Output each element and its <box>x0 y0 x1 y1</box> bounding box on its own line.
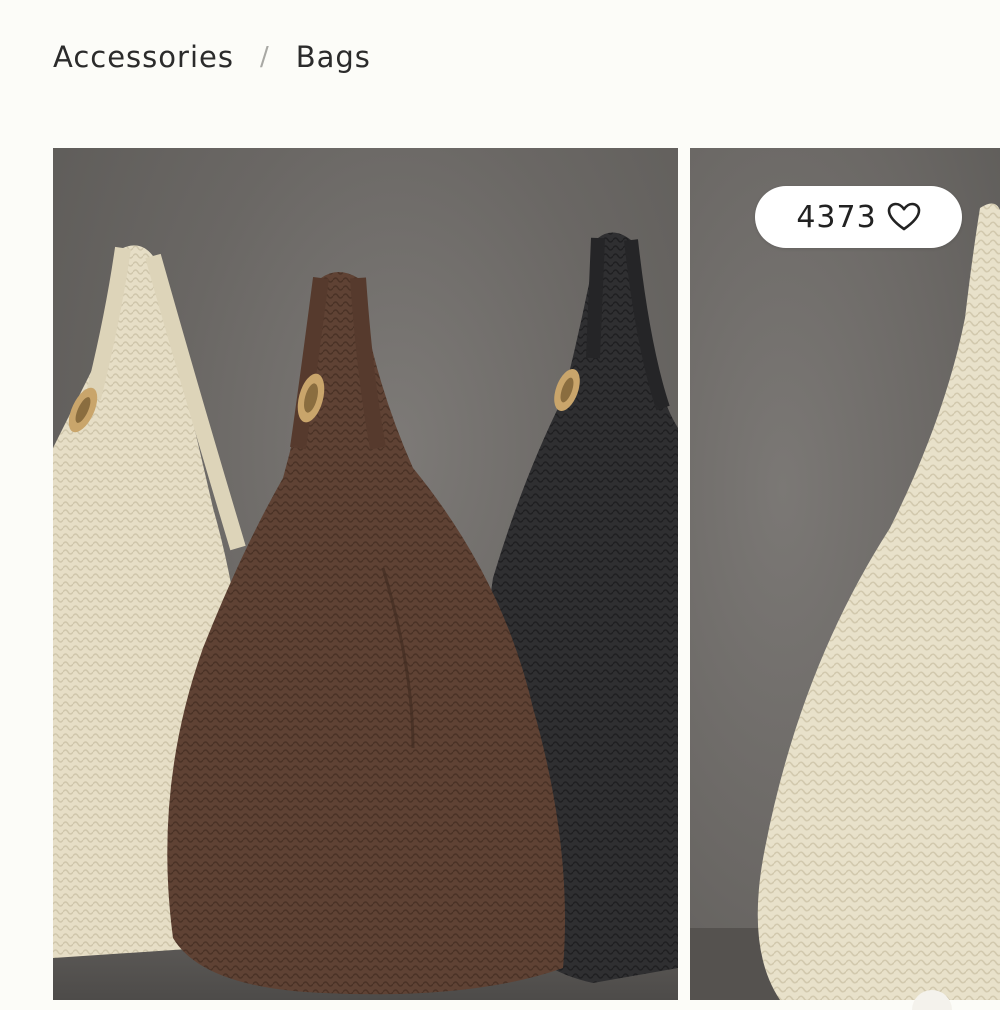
breadcrumb-link-bags[interactable]: Bags <box>296 40 371 74</box>
product-photo-three-bags <box>53 232 678 1000</box>
breadcrumb: Accessories / Bags <box>53 40 371 74</box>
like-count: 4373 <box>796 199 877 235</box>
breadcrumb-separator: / <box>259 42 270 72</box>
product-image-1[interactable] <box>53 148 678 1000</box>
product-photo-cream-bag <box>690 203 1000 1000</box>
breadcrumb-link-accessories[interactable]: Accessories <box>53 40 234 74</box>
heart-outline-icon <box>887 202 921 232</box>
product-image-2[interactable] <box>690 148 1000 1000</box>
like-button[interactable]: 4373 <box>755 186 962 248</box>
product-image-gallery[interactable] <box>53 148 1000 1000</box>
brown-bag <box>167 272 565 995</box>
